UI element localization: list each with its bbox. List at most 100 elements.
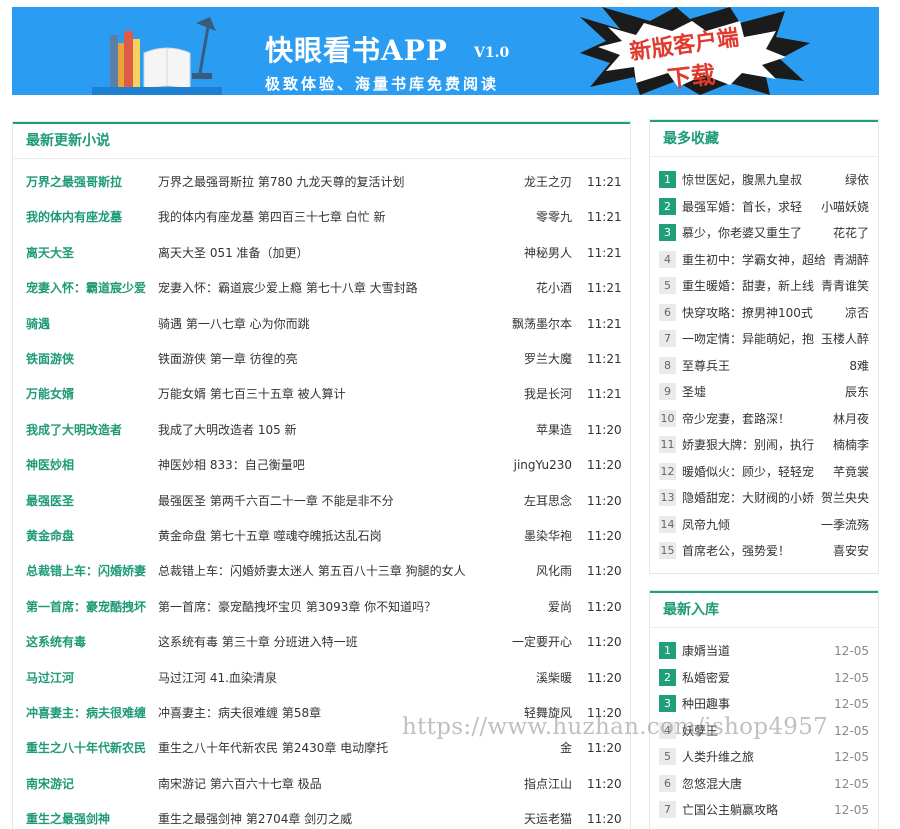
latest-updates-heading: 最新更新小说 [13,122,630,159]
novel-name-link[interactable]: 黄金命盘 [26,526,154,546]
list-item: 13 隐婚甜宠：大财阀的小娇 贺兰央央 [650,488,878,508]
novel-name-link[interactable]: 万能女婿 [26,384,154,404]
author-name: 罗兰大魔 [523,352,572,366]
chapter-link[interactable]: 骑遇 第一八七章 心为你而跳 [158,314,503,334]
update-time: 11:21 [587,210,622,225]
rank-badge: 5 [659,277,676,294]
book-title-link[interactable]: 至尊兵王 [682,356,872,376]
author-name: 风化雨 [535,564,572,579]
table-row: 我的体内有座龙墓 我的体内有座龙墓 第四百三十七章 白忙 新 零零九 11:21 [13,207,630,227]
rank-badge: 6 [659,303,676,321]
table-row: 黄金命盘 黄金命盘 第七十五章 噬魂夺魄抵达乱石岗 墨染华袍 11:20 [13,526,630,546]
table-row: 重生之八十年代新农民 重生之八十年代新农民 第2430章 电动摩托 金 11:20 [13,738,630,758]
chapter-link[interactable]: 黄金命盘 第七十五章 噬魂夺魄抵达乱石岗 [158,526,503,546]
novel-name-link[interactable]: 神医妙相 [26,455,154,475]
novel-name-link[interactable]: 宠妻入怀：霸道宸少爱 [26,278,154,298]
chapter-link[interactable]: 神医妙相 833：自己衡量吧 [158,455,503,475]
list-item: 15 首席老公，强势爱！ 喜安安 [650,541,878,561]
author-name: 一季流殇 [816,514,869,535]
list-item: 5 重生暖婚：甜妻，新上线 青青谁笑 [650,276,878,296]
chapter-link[interactable]: 铁面游侠 第一章 彷徨的亮 [158,349,503,369]
table-row: 南宋游记 南宋游记 第六百六十七章 极品 指点江山 11:20 [13,774,630,794]
novel-name-link[interactable]: 铁面游侠 [26,349,154,369]
author-name: 8难 [845,355,869,376]
novel-name-link[interactable]: 马过江河 [26,668,154,688]
chapter-link[interactable]: 马过江河 41.血染清泉 [158,668,503,688]
table-row: 重生之最强剑神 重生之最强剑神 第2704章 剑刃之威 天运老猫 11:20 [13,809,630,829]
chapter-link[interactable]: 这系统有毒 第三十章 分班进入特一班 [158,632,503,652]
novel-name-link[interactable]: 这系统有毒 [26,632,154,652]
author-name: 天运老猫 [523,812,572,827]
novel-name-link[interactable]: 离天大圣 [26,243,154,263]
chapter-link[interactable]: 最强医圣 第两千六百二十一章 不能是非不分 [158,491,503,511]
table-row: 宠妻入怀：霸道宸少爱 宠妻入怀：霸道宸少爱上瘾 第七十八章 大雪封路 花小酒 11:2… [13,278,630,298]
list-item: 2 私婚密爱 12-05 [650,667,878,688]
rank-badge: 13 [659,489,676,506]
novel-name-link[interactable]: 我成了大明改造者 [26,420,154,440]
chapter-link[interactable]: 宠妻入怀：霸道宸少爱上瘾 第七十八章 大雪封路 [158,278,503,298]
update-date: 12-05 [830,773,869,794]
new-books-heading: 最新入库 [650,591,878,628]
update-date: 12-05 [830,720,869,741]
author-name: 花小酒 [535,281,572,296]
chapter-link[interactable]: 南宋游记 第六百六十七章 极品 [158,774,503,794]
update-time: 11:20 [587,529,622,543]
list-item: 7 一吻定情：异能萌妃，抱 玉楼人醉 [650,329,878,349]
update-time: 11:20 [587,670,622,685]
chapter-link[interactable]: 万界之最强哥斯拉 第780 九龙天尊的复活计划 [158,172,503,192]
watermark-text: https://www.huzhan.com/ishop4957 [402,714,829,740]
novel-name-link[interactable]: 我的体内有座龙墓 [26,207,154,227]
chapter-link[interactable]: 我成了大明改造者 105 新 [158,420,503,440]
novel-name-link[interactable]: 总裁错上车：闪婚娇妻 [26,561,154,581]
book-title-link[interactable]: 康婿当道 [682,641,832,661]
novel-name-link[interactable]: 南宋游记 [26,774,154,794]
table-row: 第一首席：豪宠酷拽坏 第一首席：豪宠酷拽坏宝贝 第3093章 你不知道吗？ 爱尚 11… [13,597,630,617]
list-item: 9 圣墟 辰东 [650,382,878,402]
chapter-link[interactable]: 重生之最强剑神 第2704章 剑刃之威 [158,809,503,829]
update-date: 12-05 [830,641,869,661]
rank-badge: 7 [659,330,676,347]
chapter-link[interactable]: 第一首席：豪宠酷拽坏宝贝 第3093章 你不知道吗？ [158,597,503,617]
author-name: 我是长河 [523,387,572,402]
books-lamp-illustration [92,17,222,95]
author-name: 青青谁笑 [816,276,869,296]
rank-badge: 5 [659,748,676,765]
rank-badge: 4 [659,250,676,268]
novel-name-link[interactable]: 万界之最强哥斯拉 [26,172,154,192]
chapter-link[interactable]: 我的体内有座龙墓 第四百三十七章 白忙 新 [158,207,503,227]
book-title-link[interactable]: 亡国公主躺赢攻略 [682,800,832,820]
book-title-link[interactable]: 私婚密爱 [682,668,832,688]
book-title-link[interactable]: 种田趣事 [682,694,832,714]
author-name: 指点江山 [523,776,572,791]
author-name: 芊竟裳 [828,461,869,482]
novel-name-link[interactable]: 最强医圣 [26,491,154,511]
rank-badge: 6 [659,774,676,792]
update-date: 12-05 [830,694,869,714]
book-title-link[interactable]: 忽悠混大唐 [682,774,832,794]
novel-name-link[interactable]: 骑遇 [26,314,154,334]
table-row: 万界之最强哥斯拉 万界之最强哥斯拉 第780 九龙天尊的复活计划 龙王之刃 11:21 [13,172,630,192]
book-title-link[interactable]: 人类升维之旅 [682,747,832,767]
list-item: 10 帝少宠妻，套路深！ 林月夜 [650,408,878,429]
rank-badge: 11 [659,436,676,453]
chapter-link[interactable]: 离天大圣 051 准备（加更） [158,243,503,263]
chapter-link[interactable]: 重生之八十年代新农民 第2430章 电动摩托 [158,738,503,758]
novel-name-link[interactable]: 重生之最强剑神 [26,809,154,829]
update-time: 11:21 [587,387,622,402]
update-time: 11:20 [587,776,622,791]
author-name: 墨染华袍 [523,529,572,543]
app-download-banner[interactable]: 快眼看书APP V1.0 极致体验、海量书库免费阅读 新版客户端 下载 [12,7,879,95]
author-name: 玉楼人醉 [816,329,869,349]
rank-badge: 9 [659,383,676,400]
author-name: 零零九 [535,210,572,225]
list-item: 2 最强军婚：首长，求轻 小喵妖娆 [650,196,878,217]
table-row: 离天大圣 离天大圣 051 准备（加更） 神秘男人 11:21 [13,243,630,263]
novel-name-link[interactable]: 第一首席：豪宠酷拽坏 [26,597,154,617]
rank-badge: 14 [659,515,676,533]
rank-badge: 1 [659,171,676,188]
most-collected-heading: 最多收藏 [650,120,878,157]
chapter-link[interactable]: 万能女婿 第七百三十五章 被人算计 [158,384,503,404]
chapter-link[interactable]: 总裁错上车：闪婚娇妻太迷人 第五百八十三章 狗腿的女人 [158,561,503,581]
novel-name-link[interactable]: 重生之八十年代新农民 [26,738,154,758]
novel-name-link[interactable]: 冲喜妻主：病夫很难缠 [26,703,154,723]
